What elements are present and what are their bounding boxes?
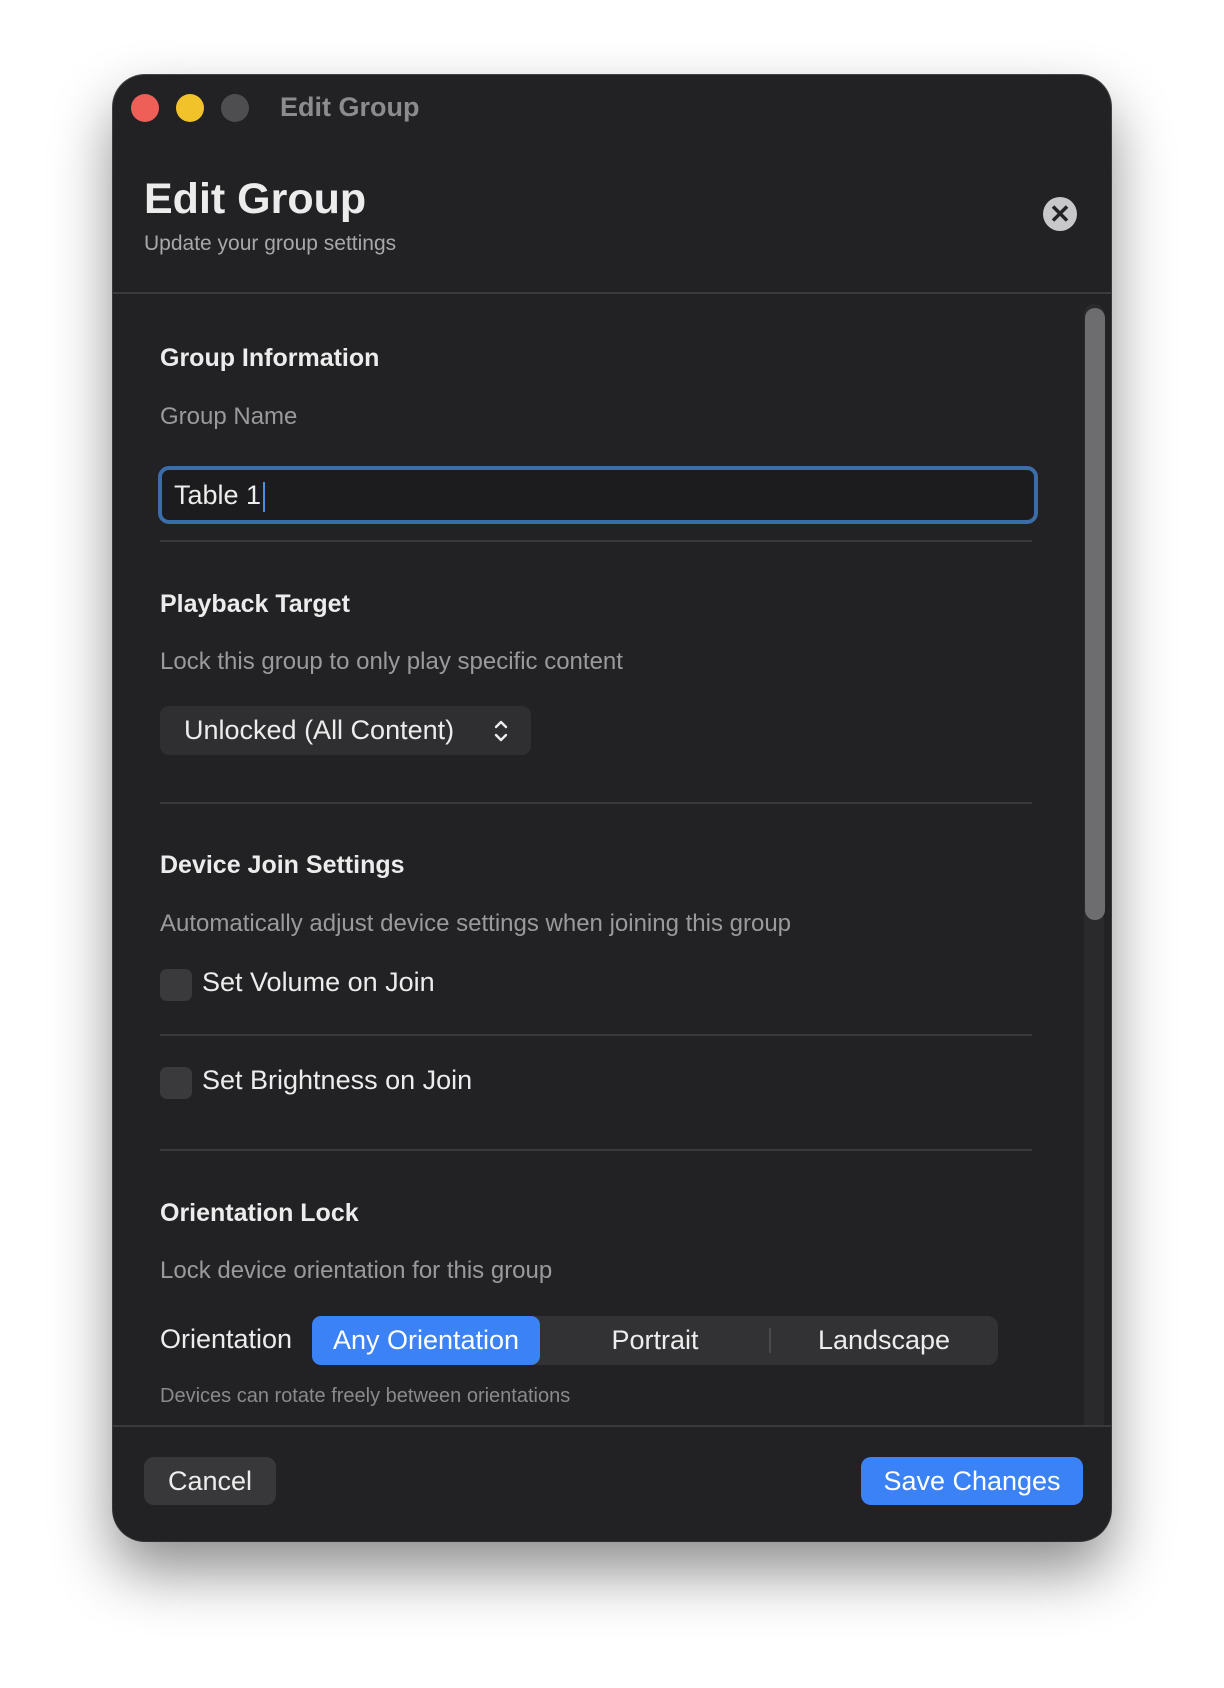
group-name-label: Group Name: [160, 403, 298, 430]
settings-content[interactable]: Group Information Group Name Table 1 Pla…: [113, 294, 1111, 1504]
save-changes-button[interactable]: Save Changes: [861, 1457, 1083, 1505]
divider: [160, 802, 1032, 804]
chevron-up-down-icon: [494, 720, 508, 742]
set-volume-label: Set Volume on Join: [202, 967, 435, 997]
segment-portrait[interactable]: Portrait: [541, 1316, 769, 1365]
set-brightness-checkbox[interactable]: [160, 1067, 192, 1099]
group-name-value: Table 1: [174, 480, 266, 512]
device-join-settings-title: Device Join Settings: [160, 851, 405, 879]
divider: [160, 1149, 1032, 1151]
minimize-window-button[interactable]: [176, 94, 204, 122]
close-icon[interactable]: ✕: [1043, 197, 1077, 231]
orientation-segmented-control: Any Orientation Portrait Landscape: [312, 1316, 998, 1365]
playback-target-description: Lock this group to only play specific co…: [160, 648, 623, 675]
orientation-label: Orientation: [160, 1324, 293, 1354]
orientation-lock-title: Orientation Lock: [160, 1199, 359, 1227]
edit-group-window: Edit Group Edit Group Update your group …: [113, 75, 1111, 1541]
playback-target-value: Unlocked (All Content): [184, 715, 455, 745]
page-title: Edit Group: [144, 175, 367, 223]
orientation-help-text: Devices can rotate freely between orient…: [160, 1385, 571, 1407]
playback-target-title: Playback Target: [160, 590, 350, 618]
scrollbar-thumb[interactable]: [1085, 308, 1105, 920]
cancel-button[interactable]: Cancel: [144, 1457, 276, 1505]
close-window-button[interactable]: [131, 94, 159, 122]
page-subtitle: Update your group settings: [144, 232, 397, 255]
playback-target-select[interactable]: Unlocked (All Content): [160, 706, 531, 755]
divider: [160, 1034, 1032, 1036]
footer: Cancel Save Changes: [113, 1425, 1111, 1541]
device-join-description: Automatically adjust device settings whe…: [160, 910, 792, 937]
group-information-title: Group Information: [160, 344, 380, 372]
group-name-input[interactable]: Table 1: [158, 466, 1038, 524]
divider: [160, 540, 1032, 542]
segment-landscape[interactable]: Landscape: [770, 1316, 998, 1365]
orientation-lock-description: Lock device orientation for this group: [160, 1257, 553, 1284]
window-title: Edit Group: [280, 92, 420, 122]
set-volume-checkbox[interactable]: [160, 969, 192, 1001]
titlebar: Edit Group: [113, 75, 1111, 137]
zoom-window-button[interactable]: [221, 94, 249, 122]
set-brightness-label: Set Brightness on Join: [202, 1065, 473, 1095]
segment-any-orientation[interactable]: Any Orientation: [312, 1316, 540, 1365]
